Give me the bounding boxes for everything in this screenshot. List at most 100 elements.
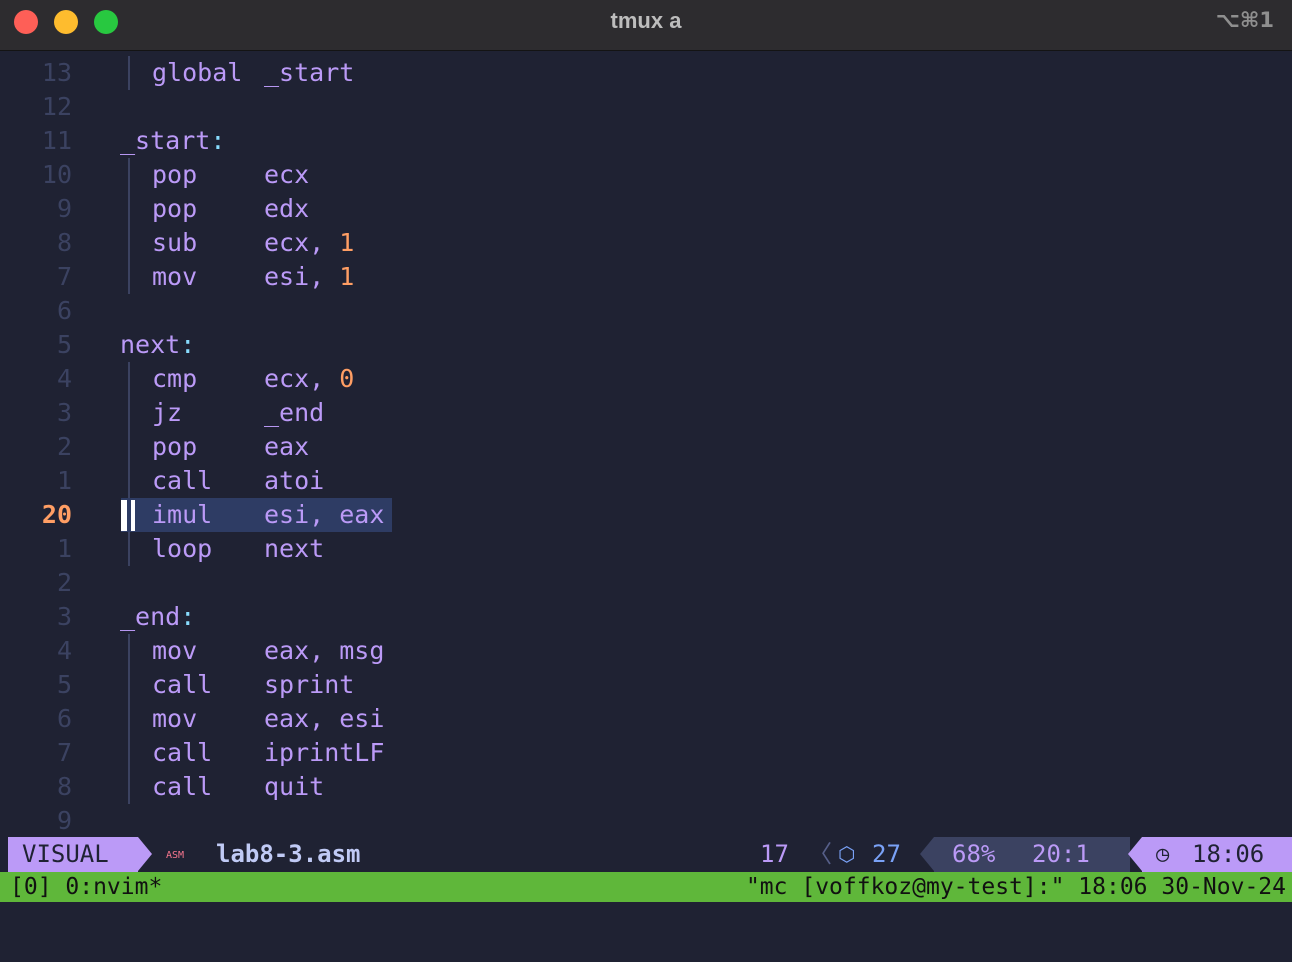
code-line[interactable]: 3 _end: (8, 600, 1292, 634)
code-line[interactable]: 8 sub ecx, 1 (8, 226, 1292, 260)
code-line[interactable]: 5 next: (8, 328, 1292, 362)
operand-text: esi, eax (264, 500, 385, 529)
instruction-operands: iprintLF (264, 736, 384, 770)
code-line[interactable]: 6 (8, 294, 1292, 328)
window-titlebar: tmux a ⌥⌘1 (0, 0, 1292, 51)
code-label: _start: (120, 124, 225, 158)
numeric-literal: 1 (339, 228, 355, 257)
code-line[interactable]: 4 cmp ecx, 0 (8, 362, 1292, 396)
code-line[interactable]: 4 mov eax, msg (8, 634, 1292, 668)
window-title: tmux a (610, 8, 682, 33)
operand-text: atoi (264, 466, 325, 495)
instruction-operands: _end (264, 396, 324, 430)
left-count: 17 (760, 840, 789, 868)
instruction-mnemonic: pop (152, 194, 198, 223)
instruction-mnemonic: jz (152, 398, 183, 427)
label-name: _start (120, 126, 211, 155)
code-line[interactable]: 9 pop edx (8, 192, 1292, 226)
indent-guide (128, 192, 130, 226)
code-line[interactable]: 7 call iprintLF (8, 736, 1292, 770)
instruction-mnemonic: mov (152, 704, 198, 733)
instruction-mnemonic: sub (152, 228, 198, 257)
operand-text: ecx (264, 160, 310, 189)
indent-guide (128, 260, 130, 294)
line-number: 2 (56, 432, 72, 461)
operand-text: _start (264, 58, 355, 87)
chevron-left-icon: 〈 (808, 840, 832, 868)
indent-guide (128, 702, 130, 736)
instruction-operands: ecx, 1 (264, 226, 354, 260)
file-percent: 68% (952, 840, 996, 868)
line-number: 8 (56, 228, 72, 257)
code-line[interactable]: 20 imul esi, eax (8, 498, 1292, 532)
line-number: 20 (41, 500, 72, 529)
numeric-literal: 1 (339, 262, 355, 291)
operand-text: eax, esi (264, 704, 385, 733)
code-line[interactable]: 1 loop next (8, 532, 1292, 566)
operand-text: eax, msg (264, 636, 385, 665)
vim-statusline: VISUAL ASM lab8-3.asm 17 〈 ⬡ 27 68% 20:1… (8, 837, 1292, 872)
instruction-mnemonic: call (152, 670, 213, 699)
code-line[interactable]: 8 call quit (8, 770, 1292, 804)
indent-guide (128, 736, 130, 770)
instruction-operands: edx (264, 192, 309, 226)
code-line[interactable]: 12 (8, 90, 1292, 124)
instruction-operands: _start (264, 56, 354, 90)
instruction-mnemonic: global (152, 58, 243, 87)
tmux-status-bar: [0] 0:nvim* "mc [voffkoz@my-test]:" 18:0… (0, 872, 1292, 902)
code-line[interactable]: 13 global _start (8, 56, 1292, 90)
label-colon: : (180, 330, 196, 359)
line-number: 6 (56, 704, 72, 733)
line-number: 12 (41, 92, 72, 121)
instruction-operands: esi, eax (264, 498, 384, 532)
line-number: 7 (56, 262, 72, 291)
instruction-mnemonic: call (152, 466, 213, 495)
code-line[interactable]: 3 jz _end (8, 396, 1292, 430)
line-number: 9 (56, 806, 72, 835)
instruction-operands: eax, esi (264, 702, 384, 736)
instruction-operands: ecx (264, 158, 309, 192)
instruction-operands: quit (264, 770, 324, 804)
indent-guide (128, 396, 130, 430)
label-colon: : (210, 126, 226, 155)
window-shortcut: ⌥⌘1 (1215, 8, 1274, 32)
cursor-secondary (131, 500, 135, 531)
code-line[interactable]: 2 pop eax (8, 430, 1292, 464)
cursor-position: 20:1 (1032, 840, 1090, 868)
editor-pane[interactable]: 13 global _start 12 11 _start: 10 pop ecx 9 pop edx… (8, 51, 1292, 836)
instruction-operands: esi, 1 (264, 260, 354, 294)
tmux-window-list[interactable]: [0] 0:nvim* (10, 872, 162, 902)
operand-text: quit (264, 772, 325, 801)
line-number: 13 (41, 58, 72, 87)
code-line[interactable]: 7 mov esi, 1 (8, 260, 1292, 294)
code-line[interactable]: 10 pop ecx (8, 158, 1292, 192)
operand-text: edx (264, 194, 310, 223)
code-line[interactable]: 9 (8, 804, 1292, 838)
code-line[interactable]: 1 call atoi (8, 464, 1292, 498)
indent-guide (128, 226, 130, 260)
label-name: _end (120, 602, 181, 631)
code-line[interactable]: 2 (8, 566, 1292, 600)
label-name: next (120, 330, 181, 359)
instruction-mnemonic: pop (152, 432, 198, 461)
instruction-mnemonic: loop (152, 534, 213, 563)
instruction-mnemonic: mov (152, 262, 198, 291)
line-number: 5 (56, 330, 72, 359)
clock-separator (1128, 837, 1142, 871)
package-icon: ⬡ (838, 842, 856, 866)
instruction-operands: next (264, 532, 324, 566)
asm-filetype-icon: ASM (166, 850, 185, 861)
line-number: 7 (56, 738, 72, 767)
line-number: 8 (56, 772, 72, 801)
clock-icon: ◷ (1156, 842, 1170, 867)
code-line[interactable]: 11 _start: (8, 124, 1292, 158)
instruction-operands: ecx, 0 (264, 362, 354, 396)
label-colon: : (180, 602, 196, 631)
instruction-mnemonic: call (152, 772, 213, 801)
operand-text: ecx, (264, 228, 340, 257)
code-line[interactable]: 5 call sprint (8, 668, 1292, 702)
instruction-mnemonic: call (152, 738, 213, 767)
line-number: 11 (41, 126, 72, 155)
code-line[interactable]: 6 mov eax, esi (8, 702, 1292, 736)
line-number: 10 (41, 160, 72, 189)
